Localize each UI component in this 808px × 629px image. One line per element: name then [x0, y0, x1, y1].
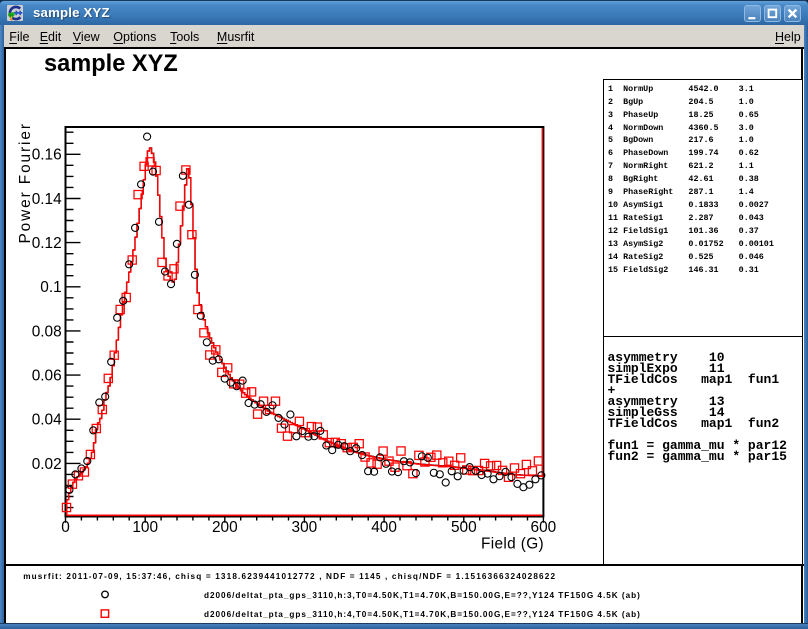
svg-text:100: 100: [132, 519, 158, 536]
svg-text:0: 0: [61, 519, 70, 536]
svg-text:300: 300: [292, 519, 318, 536]
svg-text:Power Fourier: Power Fourier: [17, 122, 34, 243]
svg-text:0.04: 0.04: [32, 412, 62, 429]
svg-text:500: 500: [451, 519, 477, 536]
svg-text:600: 600: [531, 519, 557, 536]
svg-text:0.12: 0.12: [32, 235, 62, 252]
svg-text:200: 200: [212, 519, 238, 536]
svg-text:0.02: 0.02: [32, 456, 62, 473]
svg-text:0.08: 0.08: [32, 323, 62, 340]
svg-text:0.06: 0.06: [32, 368, 62, 385]
svg-text:400: 400: [371, 519, 397, 536]
svg-text:0.1: 0.1: [40, 279, 61, 296]
svg-text:0.14: 0.14: [32, 191, 62, 208]
svg-text:0.16: 0.16: [32, 147, 62, 164]
svg-text:Field (G): Field (G): [481, 535, 544, 552]
